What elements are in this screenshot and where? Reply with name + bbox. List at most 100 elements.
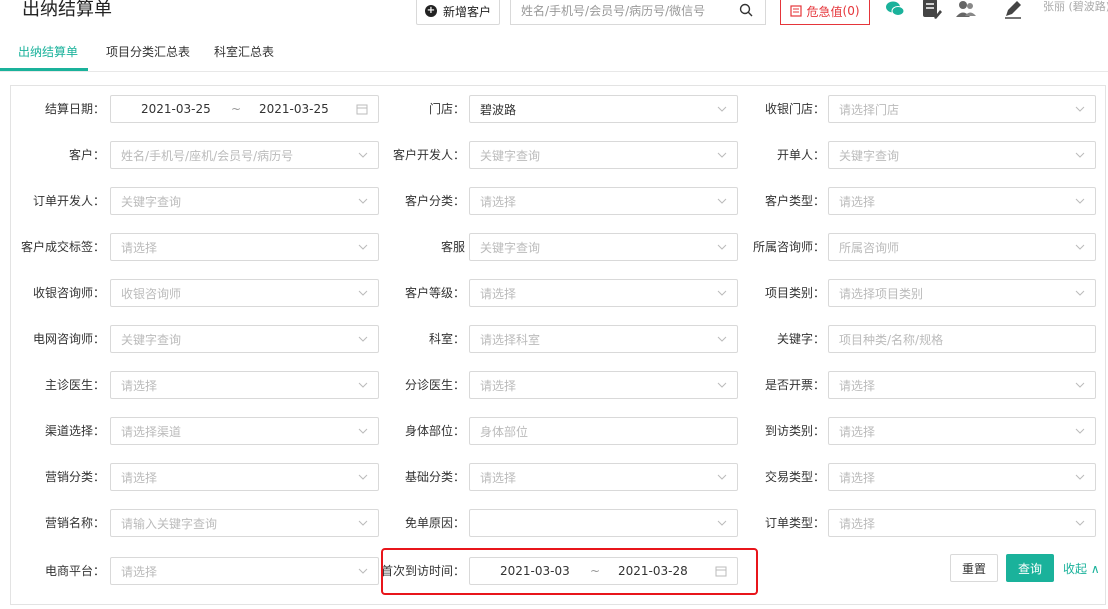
- order-type-select[interactable]: 请选择: [828, 509, 1096, 537]
- settle-date-range[interactable]: 2021-03-25 ~ 2021-03-25: [110, 95, 379, 123]
- ecommerce-label: 电商平台：: [44, 564, 105, 578]
- main-doctor-label: 主诊医生：: [44, 378, 105, 392]
- channel-placeholder: 请选择渠道: [121, 424, 182, 439]
- marketing-category-select[interactable]: 请选择: [110, 463, 379, 491]
- settle-date-label: 结算日期：: [44, 102, 105, 116]
- search-icon[interactable]: [739, 3, 753, 17]
- customer-select[interactable]: 姓名/手机号/座机/会员号/病历号: [110, 141, 379, 169]
- chevron-down-icon: [358, 290, 368, 296]
- notes-icon[interactable]: [920, 0, 942, 20]
- deal-tag-placeholder: 请选择: [121, 240, 158, 255]
- order-maker-select[interactable]: 关键字查询: [828, 141, 1096, 169]
- chevron-down-icon: [358, 382, 368, 388]
- basic-category-select[interactable]: 请选择: [469, 463, 738, 491]
- channel-label: 渠道选择：: [44, 424, 105, 438]
- marketing-name-select[interactable]: 请输入关键字查询: [110, 509, 379, 537]
- new-customer-label: 新增客户: [442, 4, 491, 19]
- cashier-consultant-select[interactable]: 收银咨询师: [110, 279, 379, 307]
- chevron-down-icon: [358, 244, 368, 250]
- trade-type-select[interactable]: 请选择: [828, 463, 1096, 491]
- top-header: 出纳结算单 + 新增客户 危急值 (0): [0, 0, 1108, 34]
- visit-type-placeholder: 请选择: [839, 424, 876, 439]
- settle-date-start[interactable]: 2021-03-25: [141, 102, 211, 116]
- body-part-input[interactable]: 身体部位: [469, 417, 738, 445]
- chevron-down-icon: [717, 382, 727, 388]
- online-consultant-label: 电网咨询师：: [32, 332, 105, 346]
- order-maker-placeholder: 关键字查询: [839, 148, 900, 163]
- free-reason-select[interactable]: [469, 509, 738, 537]
- invoice-label: 是否开票：: [764, 378, 825, 392]
- chevron-down-icon: [358, 568, 368, 574]
- new-customer-button[interactable]: + 新增客户: [416, 0, 500, 25]
- chevron-down-icon: [358, 474, 368, 480]
- ecommerce-placeholder: 请选择: [121, 564, 158, 579]
- chevron-down-icon: [358, 198, 368, 204]
- main-doctor-select[interactable]: 请选择: [110, 371, 379, 399]
- store-select[interactable]: 碧波路: [469, 95, 738, 123]
- edit-icon[interactable]: [1002, 0, 1024, 20]
- users-icon[interactable]: [955, 0, 977, 20]
- chevron-down-icon: [717, 474, 727, 480]
- tab-department-summary[interactable]: 科室汇总表: [214, 43, 274, 60]
- invoice-placeholder: 请选择: [839, 378, 876, 393]
- assigned-consultant-placeholder: 所属咨询师: [839, 240, 900, 255]
- assigned-consultant-select[interactable]: 所属咨询师: [828, 233, 1096, 261]
- service-select[interactable]: 关键字查询: [469, 233, 738, 261]
- service-placeholder: 关键字查询: [480, 240, 541, 255]
- critical-value-button[interactable]: 危急值 (0): [780, 0, 870, 25]
- item-category-select[interactable]: 请选择项目类别: [828, 279, 1096, 307]
- marketing-name-label: 营销名称：: [44, 516, 105, 530]
- deal-tag-label: 客户成交标签：: [20, 240, 105, 254]
- visit-type-select[interactable]: 请选择: [828, 417, 1096, 445]
- cashier-consultant-label: 收银咨询师：: [32, 286, 105, 300]
- alert-count-close: ): [854, 4, 860, 18]
- customer-developer-select[interactable]: 关键字查询: [469, 141, 738, 169]
- online-consultant-select[interactable]: 关键字查询: [110, 325, 379, 353]
- service-label: 客服: [440, 240, 465, 254]
- chevron-down-icon: [1075, 474, 1085, 480]
- keyword-input[interactable]: 项目种类/名称/规格: [828, 325, 1096, 353]
- plus-icon: +: [424, 5, 437, 17]
- wechat-icon[interactable]: [884, 0, 906, 20]
- settle-date-end[interactable]: 2021-03-25: [259, 102, 329, 116]
- cashier-store-label: 收银门店：: [764, 102, 825, 116]
- tab-item-category-summary[interactable]: 项目分类汇总表: [106, 43, 190, 60]
- department-placeholder: 请选择科室: [480, 332, 541, 347]
- main-doctor-placeholder: 请选择: [121, 378, 158, 393]
- order-developer-label: 订单开发人：: [32, 194, 105, 208]
- cashier-store-select[interactable]: 请选择门店: [828, 95, 1096, 123]
- chevron-down-icon: [1075, 520, 1085, 526]
- range-separator: ~: [231, 102, 242, 116]
- triage-doctor-select[interactable]: 请选择: [469, 371, 738, 399]
- customer-placeholder: 姓名/手机号/座机/会员号/病历号: [121, 148, 294, 163]
- ecommerce-select[interactable]: 请选择: [110, 557, 379, 585]
- chevron-down-icon: [717, 336, 727, 342]
- collapse-link[interactable]: 收起 ∧: [1063, 560, 1100, 577]
- customer-level-select[interactable]: 请选择: [469, 279, 738, 307]
- chevron-down-icon: [1075, 290, 1085, 296]
- visit-type-label: 到访类别：: [764, 424, 825, 438]
- reset-button[interactable]: 重置: [950, 554, 998, 582]
- customer-type-select[interactable]: 请选择: [828, 187, 1096, 215]
- order-type-label: 订单类型：: [764, 516, 825, 530]
- order-maker-label: 开单人：: [776, 148, 825, 162]
- customer-category-select[interactable]: 请选择: [469, 187, 738, 215]
- channel-select[interactable]: 请选择渠道: [110, 417, 379, 445]
- query-button[interactable]: 查询: [1006, 554, 1054, 582]
- chevron-down-icon: [1075, 152, 1085, 158]
- search-input[interactable]: [521, 4, 726, 18]
- chevron-down-icon: [1075, 198, 1085, 204]
- invoice-select[interactable]: 请选择: [828, 371, 1096, 399]
- user-name[interactable]: 张丽 (碧波路): [1043, 0, 1108, 14]
- order-developer-select[interactable]: 关键字查询: [110, 187, 379, 215]
- customer-level-placeholder: 请选择: [480, 286, 517, 301]
- department-select[interactable]: 请选择科室: [469, 325, 738, 353]
- customer-developer-placeholder: 关键字查询: [480, 148, 541, 163]
- marketing-category-placeholder: 请选择: [121, 470, 158, 485]
- active-tab-indicator: [0, 68, 88, 71]
- page-title: 出纳结算单: [22, 0, 112, 20]
- customer-category-label: 客户分类：: [404, 194, 465, 208]
- deal-tag-select[interactable]: 请选择: [110, 233, 379, 261]
- item-category-label: 项目类别：: [764, 286, 825, 300]
- tab-cashier-settlement[interactable]: 出纳结算单: [18, 43, 78, 60]
